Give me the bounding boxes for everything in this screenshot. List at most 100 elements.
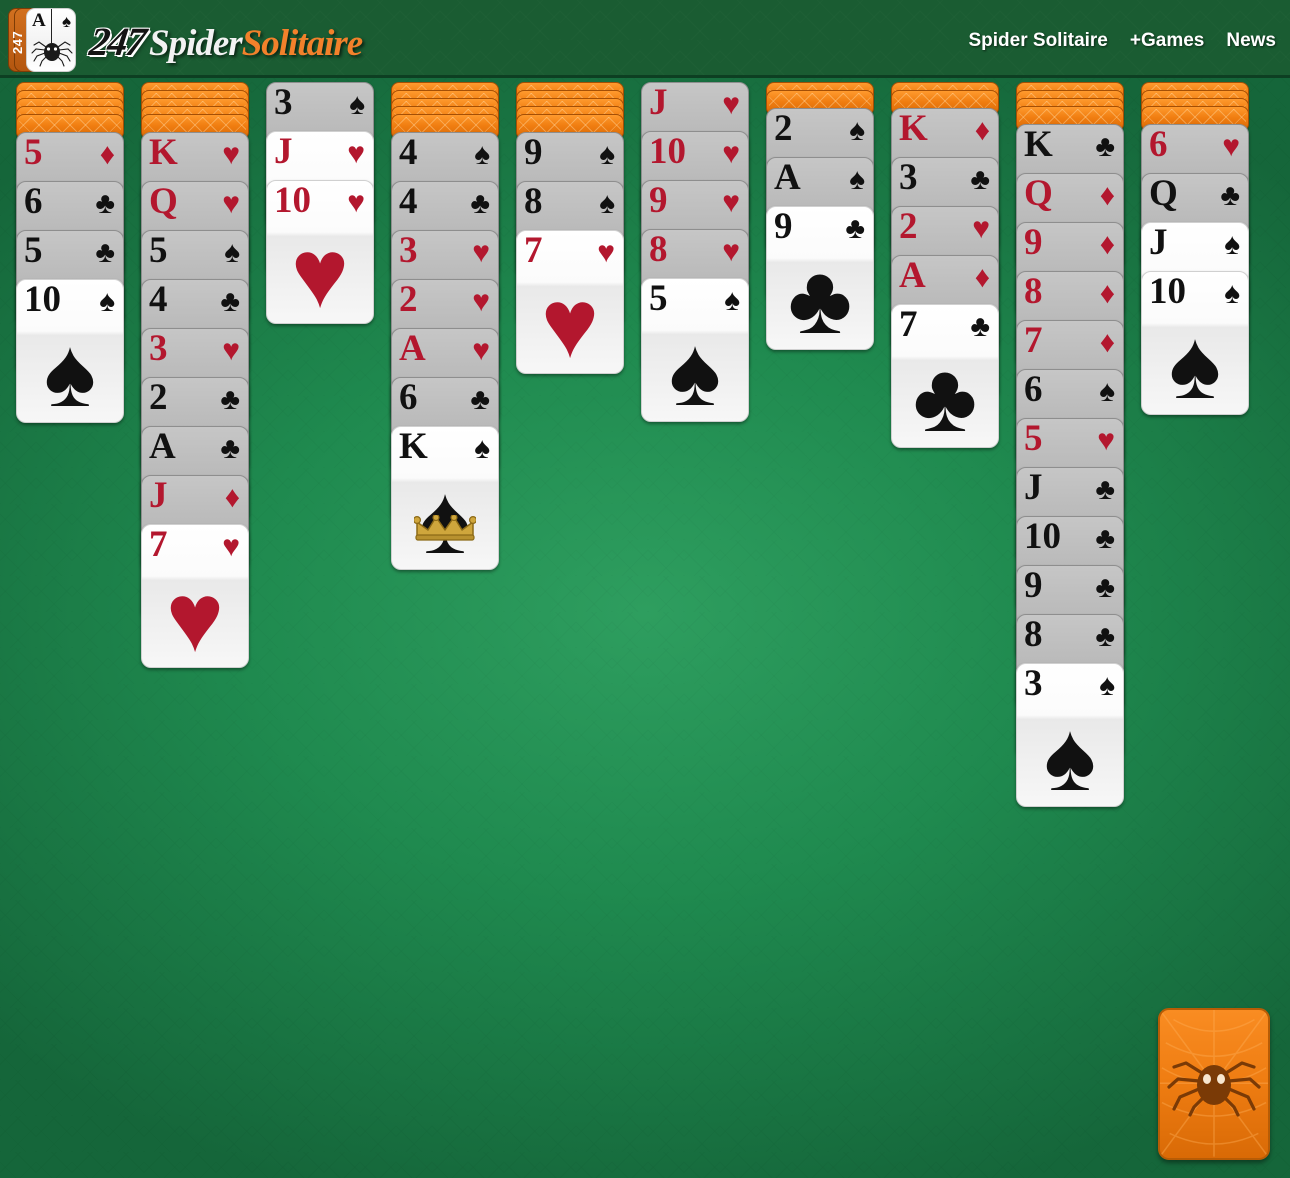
card-rank: 10 — [24, 279, 61, 320]
card-rank: 6 — [1024, 369, 1043, 410]
card-suit-icon: ♦ — [1099, 228, 1115, 261]
card-10♠[interactable]: 10 ♠ ♠ — [16, 279, 124, 423]
card-rank: 7 — [524, 230, 543, 271]
card-rank: 3 — [899, 157, 918, 198]
card-suit-icon: ♠ — [1224, 277, 1240, 310]
card-suit-icon: ♠ — [724, 284, 740, 317]
card-rank: 5 — [1024, 418, 1043, 459]
card-rank: J — [1149, 222, 1168, 263]
logo-ace-rank: A — [32, 10, 46, 31]
card-suit-icon: ♣ — [1095, 620, 1115, 653]
card-suit-icon: ♠ — [224, 236, 240, 269]
card-rank: Q — [149, 181, 178, 222]
card-large-suit-icon: ♠ — [43, 317, 97, 423]
card-large-suit-icon: ♣ — [912, 342, 978, 448]
card-large-suit-icon: ♠ — [1043, 701, 1097, 807]
card-suit-icon: ♣ — [1095, 130, 1115, 163]
card-rank: 9 — [774, 206, 793, 247]
card-7♥[interactable]: 7 ♥ ♥ — [516, 230, 624, 374]
card-suit-icon: ♠ — [599, 138, 615, 171]
card-suit-icon: ♦ — [224, 481, 240, 514]
card-7♥[interactable]: 7 ♥ ♥ — [141, 524, 249, 668]
card-rank: 2 — [149, 377, 168, 418]
card-suit-icon: ♥ — [972, 212, 990, 245]
card-rank: K — [899, 108, 928, 149]
card-rank: 10 — [274, 180, 311, 221]
card-suit-icon: ♥ — [347, 137, 365, 170]
card-rank: 4 — [399, 181, 418, 222]
card-rank: J — [149, 475, 168, 516]
spider-icon — [1167, 1061, 1261, 1117]
card-suit-icon: ♥ — [722, 186, 740, 219]
card-suit-icon: ♣ — [95, 187, 115, 220]
card-7♣[interactable]: 7 ♣ ♣ — [891, 304, 999, 448]
card-rank: 6 — [24, 181, 43, 222]
logo-word-spider: Spider — [149, 23, 243, 64]
card-rank: 2 — [899, 206, 918, 247]
card-rank: 9 — [1024, 222, 1043, 263]
card-suit-icon: ♣ — [1095, 473, 1115, 506]
card-rank: 6 — [399, 377, 418, 418]
card-rank: 3 — [399, 230, 418, 271]
card-rank: A — [149, 426, 176, 467]
nav-games[interactable]: +Games — [1130, 30, 1204, 52]
card-suit-icon: ♥ — [222, 138, 240, 171]
card-rank: K — [1024, 124, 1053, 165]
card-rank: 5 — [649, 278, 668, 319]
card-suit-icon: ♦ — [1099, 179, 1115, 212]
card-suit-icon: ♥ — [222, 530, 240, 563]
logo-spider-icon — [31, 41, 73, 67]
logo-ace-card: A ♠ — [26, 8, 76, 72]
card-rank: A — [774, 157, 801, 198]
card-rank: 5 — [24, 132, 43, 173]
card-suit-icon: ♥ — [722, 88, 740, 121]
card-rank: Q — [1024, 173, 1053, 214]
card-suit-icon: ♠ — [1224, 228, 1240, 261]
card-suit-icon: ♥ — [722, 235, 740, 268]
stock-pile[interactable] — [1158, 1008, 1270, 1160]
card-large-suit-icon: ♠ — [668, 316, 722, 422]
card-5♠[interactable]: 5 ♠ ♠ — [641, 278, 749, 422]
king-crown-icon — [414, 515, 476, 541]
card-rank: 8 — [1024, 614, 1043, 655]
nav-spider-solitaire[interactable]: Spider Solitaire — [969, 30, 1108, 52]
tableau: 5 ♦ 6 ♣ 5 ♣ 10 ♠ ♠ K ♥ Q ♥ 5 ♠ 4 ♣ 3 ♥ 2 ♣ A ♣ J ♦ 7 ♥ ♥ 3 ♠ J ♥ 10 ♥ ♥ 4 ♠ 4… — [0, 78, 1290, 1178]
card-suit-icon: ♥ — [222, 334, 240, 367]
card-suit-icon: ♠ — [99, 285, 115, 318]
card-rank: K — [399, 426, 428, 467]
main-navigation: Spider Solitaire +Games News — [969, 30, 1277, 52]
card-suit-icon: ♥ — [472, 236, 490, 269]
site-logo-icon[interactable]: 247 A ♠ — [8, 6, 82, 76]
card-suit-icon: ♠ — [474, 432, 490, 465]
card-10♥[interactable]: 10 ♥ ♥ — [266, 180, 374, 324]
card-rank: 8 — [1024, 271, 1043, 312]
card-rank: 6 — [1149, 124, 1168, 165]
card-suit-icon: ♣ — [845, 212, 865, 245]
card-rank: 4 — [149, 279, 168, 320]
card-suit-icon: ♥ — [1097, 424, 1115, 457]
logo-word-247: 247 — [86, 19, 148, 64]
card-K♠[interactable]: K ♠ ♠ — [391, 426, 499, 570]
card-suit-icon: ♦ — [99, 138, 115, 171]
card-10♠[interactable]: 10 ♠ ♠ — [1141, 271, 1249, 415]
card-rank: 7 — [149, 524, 168, 565]
card-3♠[interactable]: 3 ♠ ♠ — [1016, 663, 1124, 807]
card-rank: 8 — [649, 229, 668, 270]
card-suit-icon: ♦ — [1099, 277, 1115, 310]
site-logo-wordmark[interactable]: 247SpiderSolitaire — [86, 18, 363, 66]
card-suit-icon: ♥ — [1222, 130, 1240, 163]
card-suit-icon: ♦ — [1099, 326, 1115, 359]
card-suit-icon: ♣ — [1220, 179, 1240, 212]
card-rank: Q — [1149, 173, 1178, 214]
card-9♣[interactable]: 9 ♣ ♣ — [766, 206, 874, 350]
nav-news[interactable]: News — [1226, 30, 1276, 52]
card-suit-icon: ♣ — [470, 383, 490, 416]
card-rank: 10 — [649, 131, 686, 172]
card-rank: A — [399, 328, 426, 369]
card-suit-icon: ♠ — [849, 114, 865, 147]
card-suit-icon: ♥ — [347, 186, 365, 219]
card-suit-icon: ♣ — [1095, 522, 1115, 555]
card-rank: 4 — [399, 132, 418, 173]
card-rank: 3 — [149, 328, 168, 369]
card-rank: A — [899, 255, 926, 296]
